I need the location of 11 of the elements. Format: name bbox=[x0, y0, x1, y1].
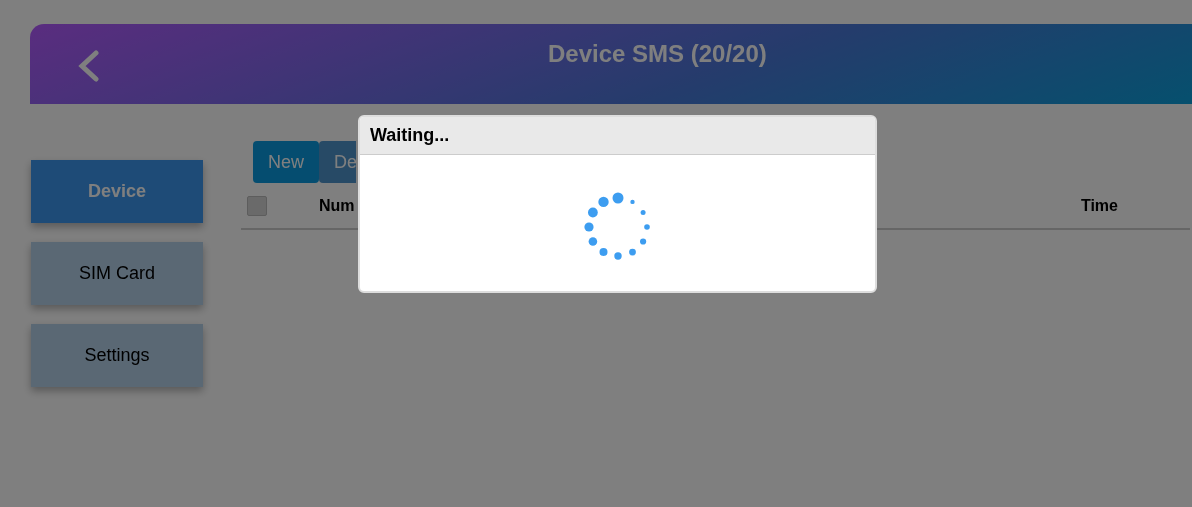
column-header: Num bbox=[319, 195, 355, 216]
select-all-checkbox[interactable] bbox=[247, 195, 267, 216]
dialog-title: Waiting... bbox=[370, 124, 450, 147]
page-title: Device SMS (20/20) bbox=[548, 40, 767, 68]
toolbar-button[interactable]: New bbox=[253, 141, 319, 183]
back-icon[interactable] bbox=[76, 50, 102, 82]
sidebar-item[interactable]: Device bbox=[31, 160, 203, 223]
toolbar-button[interactable]: De bbox=[319, 141, 356, 183]
column-header: Time bbox=[1080, 195, 1118, 216]
sidebar-item[interactable]: SIM Card bbox=[31, 242, 203, 305]
sidebar-item[interactable]: Settings bbox=[31, 324, 203, 387]
